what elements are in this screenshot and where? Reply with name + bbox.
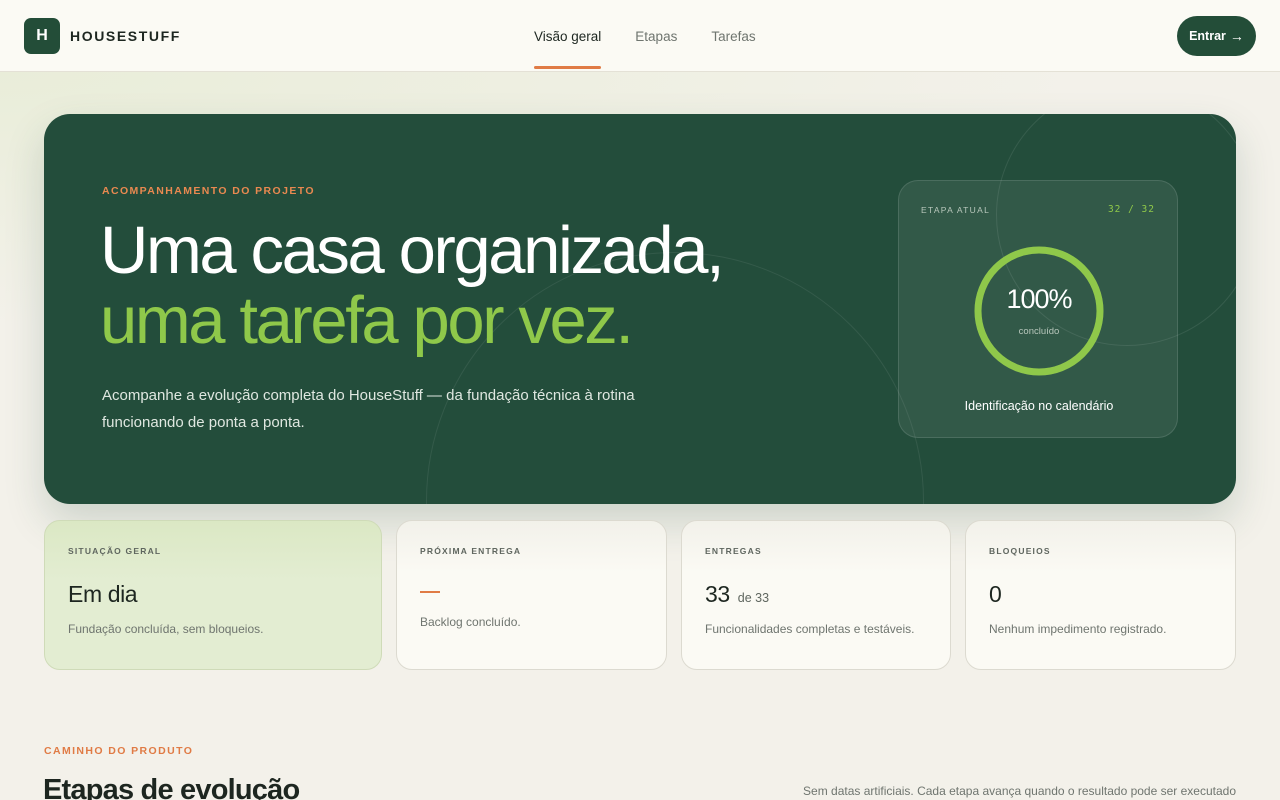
logo-text: HOUSESTUFF [70, 28, 181, 44]
stat-value: 0 [989, 581, 1002, 607]
logo-mark: H [24, 18, 60, 54]
section-eyebrow: CAMINHO DO PRODUTO [44, 745, 194, 757]
stage-name: Identificação no calendário [964, 399, 1114, 413]
stage-count: 32 / 32 [1107, 204, 1155, 215]
stat-description: Backlog concluído. [420, 615, 521, 629]
progress-ring: 100% concluído [973, 245, 1105, 377]
tab-visao-geral[interactable]: Visão geral [534, 0, 602, 72]
hero-panel: ACOMPANHAMENTO DO PROJETO Uma casa organ… [44, 114, 1236, 504]
empty-value-dash [420, 591, 440, 593]
progress-caption: concluído [1018, 326, 1060, 337]
stat-label: ENTREGAS [705, 546, 762, 556]
hero-title: Uma casa organizada, uma tarefa por vez. [100, 213, 725, 358]
section-note: Sem datas artificiais. Cada etapa avança… [803, 784, 1236, 798]
stat-card-situacao: SITUAÇÃO GERAL Em dia Fundação concluída… [44, 520, 382, 670]
stat-card-proxima-entrega: PRÓXIMA ENTREGA Backlog concluído. [396, 520, 667, 670]
main-nav: Visão geral Etapas Tarefas [534, 0, 790, 72]
stat-label: BLOQUEIOS [989, 546, 1051, 556]
stat-description: Nenhum impedimento registrado. [989, 622, 1167, 636]
stat-label: PRÓXIMA ENTREGA [420, 546, 522, 556]
stat-label: SITUAÇÃO GERAL [68, 546, 162, 556]
logo[interactable]: H HOUSESTUFF [24, 18, 181, 54]
stat-card-bloqueios: BLOQUEIOS 0 Nenhum impedimento registrad… [965, 520, 1236, 670]
stat-value-suffix: de 33 [737, 591, 770, 605]
stat-value-number: 33 [705, 581, 730, 607]
login-button[interactable]: Entrar → [1177, 16, 1256, 56]
tab-tarefas[interactable]: Tarefas [711, 0, 755, 72]
tab-etapas[interactable]: Etapas [635, 0, 677, 72]
login-button-label: Entrar [1189, 29, 1226, 43]
stat-description: Fundação concluída, sem bloqueios. [68, 622, 264, 636]
stat-card-entregas: ENTREGAS 33 de 33 Funcionalidades comple… [681, 520, 951, 670]
hero-description: Acompanhe a evolução completa do HouseSt… [102, 387, 635, 431]
stat-value: Em dia [68, 581, 138, 607]
stat-description: Funcionalidades completas e testáveis. [705, 622, 915, 636]
hero-title-line2: uma tarefa por vez. [100, 283, 634, 358]
progress-percent: 100% [1006, 284, 1072, 314]
section-title: Etapas de evolução [43, 774, 300, 800]
stage-label: ETAPA ATUAL [921, 205, 991, 215]
current-stage-card: ETAPA ATUAL 32 / 32 100% concluído Ident… [898, 180, 1178, 438]
arrow-right-icon: → [1229, 28, 1244, 44]
top-header: H HOUSESTUFF Visão geral Etapas Tarefas … [0, 0, 1280, 72]
stat-value: 33 de 33 [705, 581, 769, 608]
hero-title-line1: Uma casa organizada, [100, 213, 725, 288]
hero-eyebrow: ACOMPANHAMENTO DO PROJETO [102, 185, 315, 197]
